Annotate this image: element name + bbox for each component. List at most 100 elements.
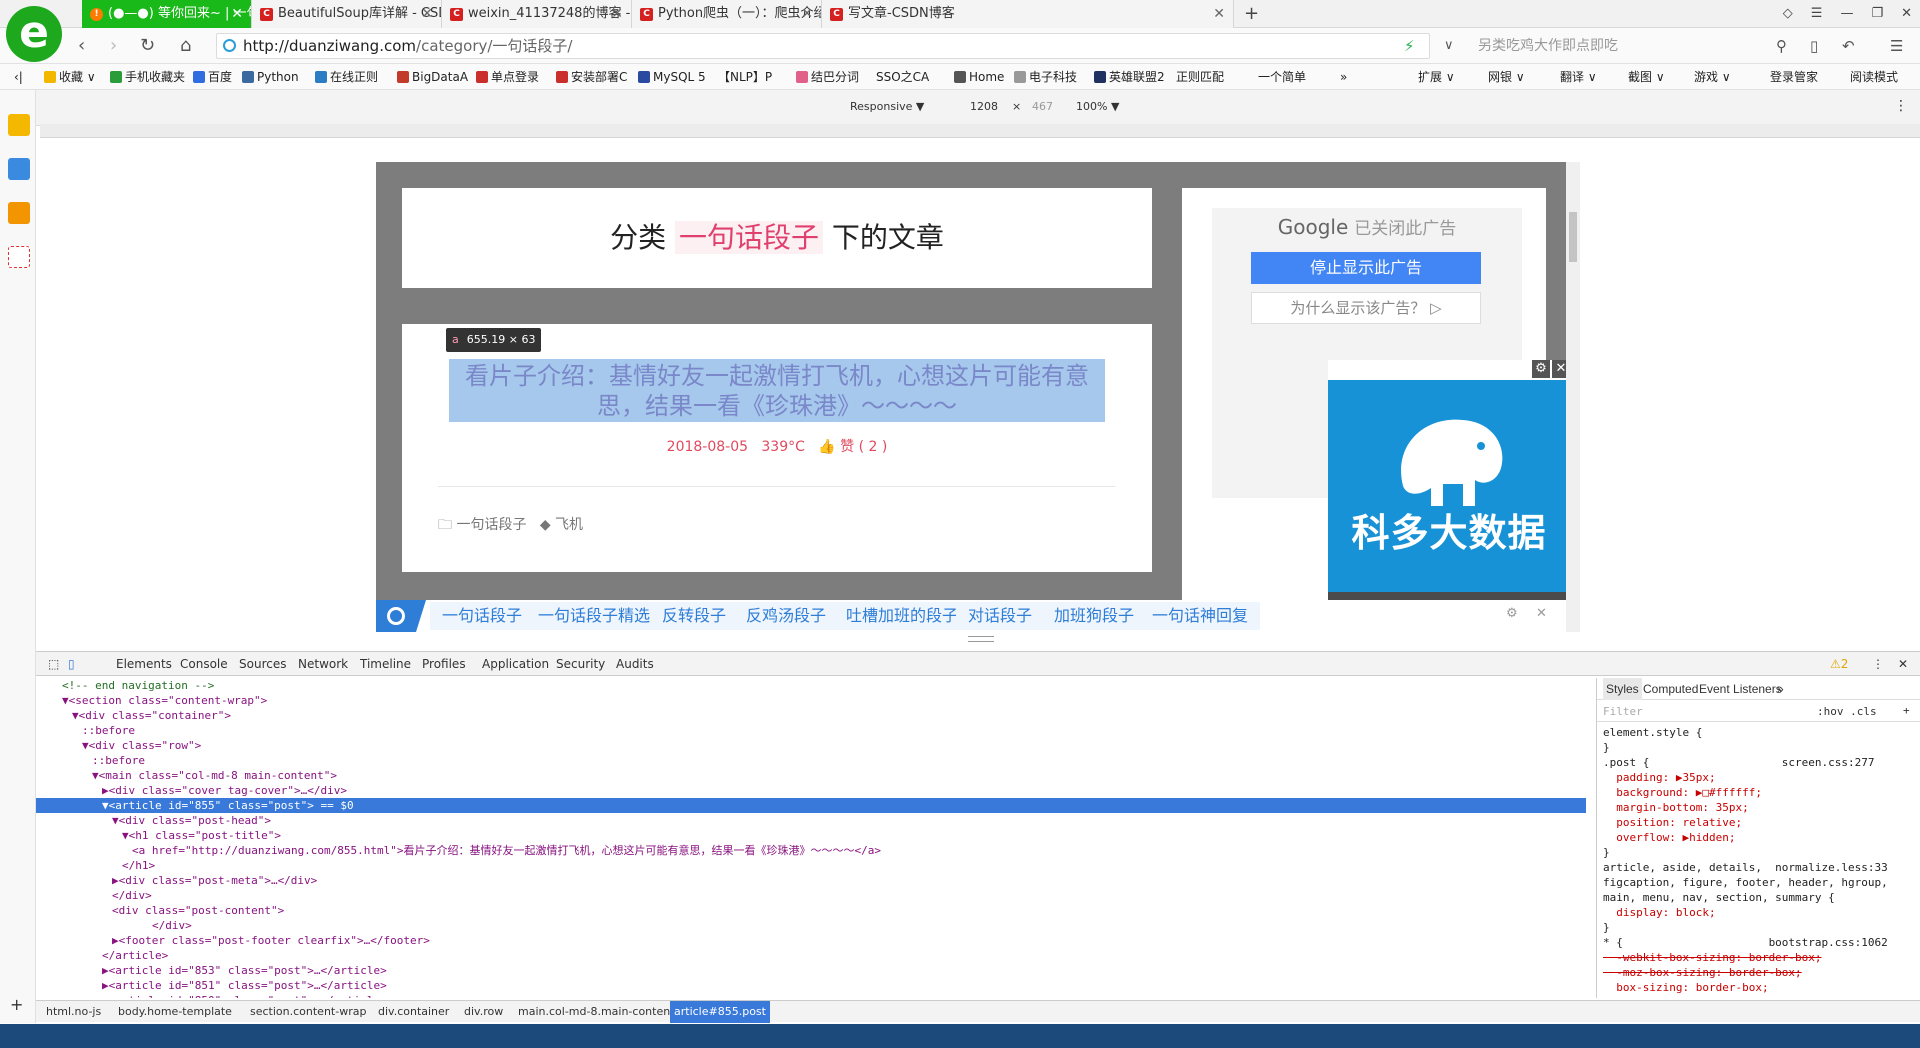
bar-close-icon[interactable]: ✕ xyxy=(1536,606,1547,621)
post-likes[interactable]: 赞 ( 2 ) xyxy=(840,439,887,455)
url-bar[interactable]: http://duanziwang.com/category/一句话段子/ xyxy=(216,33,1430,59)
weibo-icon[interactable] xyxy=(8,202,30,224)
more-tabs-icon[interactable]: » xyxy=(1777,678,1784,700)
dom-tree[interactable]: <!-- end navigation --> ▼<section class="… xyxy=(36,678,1586,998)
dom-node[interactable]: ::before xyxy=(36,723,1586,738)
dom-node[interactable]: ▶<div class="cover tag-cover">…</div> xyxy=(36,783,1586,798)
skin-icon[interactable]: ◇ xyxy=(1783,0,1793,28)
ad-image[interactable] xyxy=(1328,380,1566,592)
browser-tab[interactable]: C Python爬虫（一）：爬虫介绍。 ✕ xyxy=(632,0,822,28)
close-window-icon[interactable]: ✕ xyxy=(1901,0,1912,28)
bookmark-item[interactable]: 英雄联盟2 xyxy=(1094,64,1165,90)
keyword-link[interactable]: 一句话段子精选 xyxy=(526,602,663,630)
ad-close-icon[interactable]: ✕ xyxy=(1552,360,1566,378)
dom-node[interactable]: <!-- end navigation --> xyxy=(36,678,1586,693)
tab-elements[interactable]: Elements xyxy=(116,652,172,676)
tab-console[interactable]: Console xyxy=(180,652,228,676)
maximize-icon[interactable]: ❐ xyxy=(1871,0,1883,28)
tab-security[interactable]: Security xyxy=(556,652,605,676)
bookmark-item[interactable]: 【NLP】P xyxy=(718,64,772,90)
more-icon[interactable]: ⋮ xyxy=(1894,98,1908,114)
news-icon[interactable] xyxy=(8,158,30,180)
reading-mode-item[interactable]: 阅读模式 xyxy=(1850,64,1898,90)
dom-node[interactable]: </article> xyxy=(36,948,1586,963)
dom-node[interactable]: ▼<div class="row"> xyxy=(36,738,1586,753)
menu-icon[interactable]: ☰ xyxy=(1811,0,1823,28)
undo-icon[interactable]: ↶ xyxy=(1842,34,1855,58)
close-tab-icon[interactable]: ✕ xyxy=(1213,0,1225,28)
device-height-input[interactable]: 467 xyxy=(1032,100,1053,113)
inspect-icon[interactable]: ⬚ xyxy=(48,652,59,676)
minimize-icon[interactable]: — xyxy=(1840,0,1853,28)
search-logo-icon[interactable] xyxy=(376,600,426,632)
expand-icon[interactable]: + xyxy=(10,995,23,1014)
bookmark-item[interactable]: SSO之CA xyxy=(876,64,929,90)
tab-timeline[interactable]: Timeline xyxy=(360,652,411,676)
bookmark-item[interactable]: 在线正则 xyxy=(315,64,378,90)
browser-tab[interactable]: C BeautifulSoup库详解 - CSDN博✕ xyxy=(252,0,442,28)
styles-filter-input[interactable]: Filter xyxy=(1603,705,1643,718)
search-icon[interactable]: ⚲ xyxy=(1776,34,1787,58)
post-category-link[interactable]: 一句话段子 xyxy=(456,517,526,533)
dom-node[interactable]: ▼<div class="container"> xyxy=(36,708,1586,723)
device-width-input[interactable]: 1208 xyxy=(970,100,998,113)
forward-icon[interactable]: › xyxy=(110,34,117,58)
keyword-link[interactable]: 一句话神回复 xyxy=(1140,602,1261,630)
dom-node[interactable]: ▼<h1 class="post-title"> xyxy=(36,828,1586,843)
close-tab-icon[interactable]: ✕ xyxy=(801,0,813,28)
dom-node[interactable]: </h1> xyxy=(36,858,1586,873)
why-ad-button[interactable]: 为什么显示该广告？ ▷ xyxy=(1251,292,1481,324)
keyword-link[interactable]: 加班狗段子 xyxy=(1042,602,1147,630)
keyword-link[interactable]: 反转段子 xyxy=(650,602,739,630)
viewport-scrollbar[interactable] xyxy=(1566,162,1580,632)
dom-node[interactable]: ▼<section class="content-wrap"> xyxy=(36,693,1586,708)
tab-network[interactable]: Network xyxy=(298,652,348,676)
bookmark-item[interactable]: Home xyxy=(954,64,1004,90)
bookmark-item[interactable]: 正则匹配 xyxy=(1176,64,1224,90)
tab-audits[interactable]: Audits xyxy=(616,652,654,676)
close-tab-icon[interactable]: ✕ xyxy=(421,0,433,28)
close-tab-icon[interactable]: ✕ xyxy=(231,0,243,28)
home-icon[interactable]: ⌂ xyxy=(180,34,191,58)
breadcrumb-item[interactable]: html.no-js xyxy=(46,1001,101,1023)
dom-node[interactable]: <div class="post-content"> xyxy=(36,903,1586,918)
dropdown-icon[interactable]: ∨ xyxy=(1444,34,1454,58)
post-tag-link[interactable]: 飞机 xyxy=(555,517,583,533)
dom-node[interactable]: ▶<footer class="post-footer clearfix">…<… xyxy=(36,933,1586,948)
dom-node[interactable]: ▼<main class="col-md-8 main-content"> xyxy=(36,768,1586,783)
add-rule-icon[interactable]: + xyxy=(1903,704,1910,717)
bank-item[interactable]: 网银 ∨ xyxy=(1488,64,1525,90)
tab-sources[interactable]: Sources xyxy=(239,652,286,676)
close-tab-icon[interactable]: ✕ xyxy=(611,0,623,28)
devtools-close-icon[interactable]: ✕ xyxy=(1898,652,1908,676)
lightning-icon[interactable]: ⚡ xyxy=(1404,34,1415,58)
new-tab-button[interactable]: + xyxy=(1244,0,1259,28)
dom-node[interactable]: ▶<article id="850" class="post">…</artic… xyxy=(36,993,1586,998)
dom-node[interactable]: <a href="http://duanziwang.com/855.html"… xyxy=(36,843,1586,858)
resize-handle[interactable] xyxy=(968,636,994,642)
event-listeners-tab[interactable]: Event Listeners xyxy=(1699,678,1782,700)
zoom-select[interactable]: 100% ▼ xyxy=(1076,100,1119,113)
dom-node[interactable]: </div> xyxy=(36,918,1586,933)
translate-item[interactable]: 翻译 ∨ xyxy=(1560,64,1597,90)
browser-tab[interactable]: Cweixin_41137248的博客 - CSD✕ xyxy=(442,0,632,28)
bookmark-item[interactable]: 电子科技 xyxy=(1014,64,1077,90)
warning-icon[interactable]: ⚠2 xyxy=(1830,652,1848,676)
device-mode-select[interactable]: Responsive ▼ xyxy=(850,100,924,113)
ad-settings-icon[interactable]: ⚙ xyxy=(1532,360,1550,378)
extensions-item[interactable]: 扩展 ∨ xyxy=(1418,64,1455,90)
tab-application[interactable]: Application xyxy=(482,652,549,676)
browser-tab[interactable]: C 写文章-CSDN博客 ✕ xyxy=(822,0,1234,28)
dom-node[interactable]: ▼<div class="post-head"> xyxy=(36,813,1586,828)
menu-icon[interactable]: ☰ xyxy=(1890,34,1903,58)
computed-tab[interactable]: Computed xyxy=(1643,678,1698,700)
dom-node[interactable]: ▶<div class="post-meta">…</div> xyxy=(36,873,1586,888)
search-input[interactable]: 另类吃鸡大作即点即吃 xyxy=(1468,33,1788,59)
floating-ad[interactable]: ⚙ ✕ 科多大数据 python基础教程 xyxy=(1328,360,1566,630)
dom-node[interactable]: ::before xyxy=(36,753,1586,768)
breadcrumb-item[interactable]: body.home-template xyxy=(118,1001,232,1023)
breadcrumb-item[interactable]: div.container xyxy=(378,1001,449,1023)
devtools-menu-icon[interactable]: ⋮ xyxy=(1872,652,1884,676)
keyword-link[interactable]: 对话段子 xyxy=(956,602,1045,630)
keyword-link[interactable]: 一句话段子 xyxy=(430,602,535,630)
